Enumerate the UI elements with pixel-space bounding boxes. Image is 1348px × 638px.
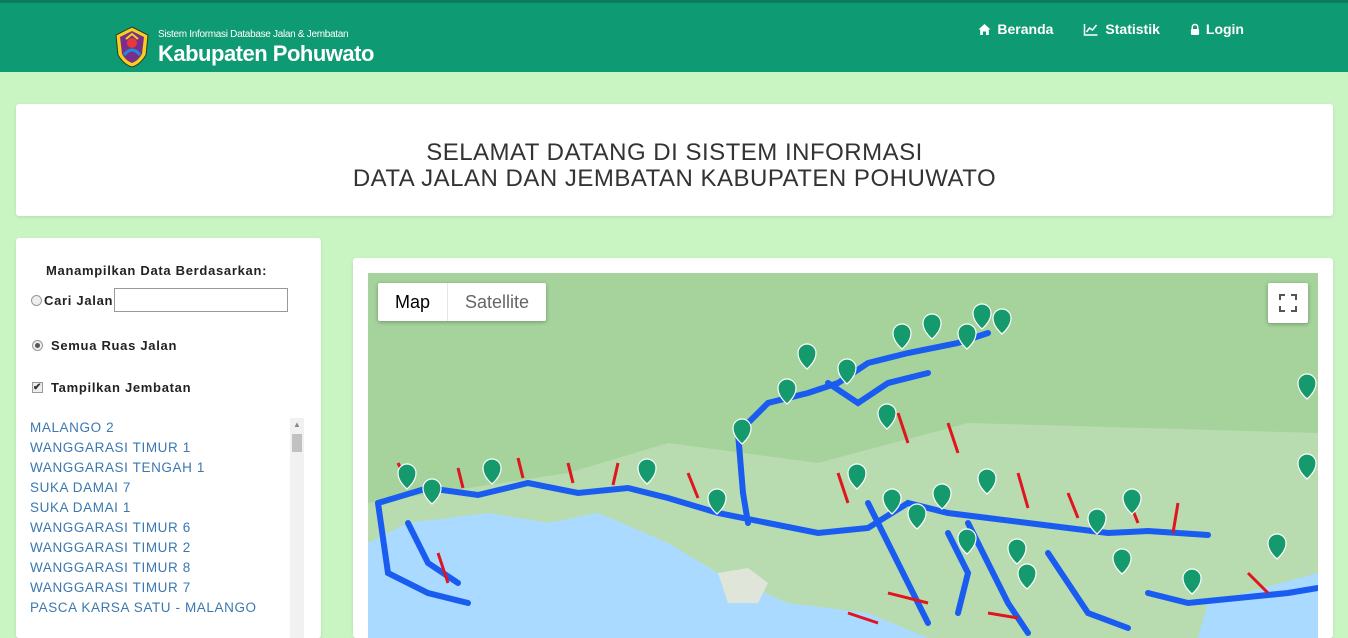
search-road-radio[interactable] — [31, 294, 42, 306]
road-list[interactable]: MALANGO 2 WANGGARASI TIMUR 1 WANGGARASI … — [30, 418, 304, 638]
list-item[interactable]: SUKA DAMAI 7 — [30, 478, 304, 498]
fullscreen-icon — [1279, 294, 1297, 312]
search-road-row: Cari Jalan — [31, 288, 289, 312]
filter-heading: Manampilkan Data Berdasarkan: — [46, 263, 268, 278]
scroll-up-arrow-icon[interactable]: ▲ — [290, 418, 304, 432]
nav-login[interactable]: Login — [1190, 21, 1244, 37]
show-bridges-checkbox[interactable]: ✔ — [32, 382, 43, 393]
list-item[interactable]: SUKA DAMAI 1 — [30, 498, 304, 518]
road-map[interactable]: Map Satellite — [368, 273, 1318, 638]
map-type-control: Map Satellite — [378, 283, 547, 321]
filter-sidebar: Manampilkan Data Berdasarkan: Cari Jalan… — [16, 238, 321, 638]
top-navbar: Sistem Informasi Database Jalan & Jembat… — [0, 0, 1348, 72]
fullscreen-button[interactable] — [1268, 283, 1308, 323]
all-roads-row: Semua Ruas Jalan — [32, 338, 177, 353]
show-bridges-label: Tampilkan Jembatan — [51, 380, 192, 395]
nav-beranda[interactable]: Beranda — [978, 21, 1053, 37]
list-item[interactable]: WANGGARASI TENGAH 1 — [30, 458, 304, 478]
all-roads-label: Semua Ruas Jalan — [51, 338, 178, 353]
nav-beranda-label: Beranda — [997, 21, 1054, 37]
nav-statistik-label: Statistik — [1105, 21, 1160, 37]
welcome-line-2: DATA JALAN DAN JEMBATAN KABUPATEN POHUWA… — [352, 165, 997, 192]
all-roads-radio[interactable] — [32, 340, 43, 351]
list-item[interactable]: WANGGARASI TIMUR 1 — [30, 438, 304, 458]
scroll-thumb[interactable] — [292, 434, 302, 452]
map-type-map-button[interactable]: Map — [378, 283, 447, 321]
pohuwato-logo-icon — [115, 26, 149, 68]
list-item[interactable]: PASCA KARSA SATU - MALANGO — [30, 598, 304, 618]
list-item[interactable]: WANGGARASI TIMUR 7 — [30, 578, 304, 598]
map-panel: Map Satellite — [353, 258, 1333, 638]
welcome-panel: SELAMAT DATANG DI SISTEM INFORMASI DATA … — [16, 104, 1333, 216]
search-road-label: Cari Jalan — [44, 292, 114, 308]
brand-subtitle: Sistem Informasi Database Jalan & Jembat… — [158, 28, 349, 40]
nav-login-label: Login — [1205, 21, 1244, 37]
show-bridges-row: ✔ Tampilkan Jembatan — [32, 380, 191, 395]
list-item[interactable]: WANGGARASI TIMUR 8 — [30, 558, 304, 578]
lock-icon — [1190, 23, 1199, 35]
nav-statistik[interactable]: Statistik — [1083, 21, 1160, 37]
line-chart-icon — [1084, 23, 1098, 36]
brand[interactable]: Sistem Informasi Database Jalan & Jembat… — [112, 25, 374, 69]
list-item[interactable]: WANGGARASI TIMUR 6 — [30, 518, 304, 538]
road-list-scrollbar[interactable]: ▲ — [290, 418, 304, 638]
list-item[interactable]: MALANGO 2 — [30, 418, 304, 438]
brand-title: Kabupaten Pohuwato — [158, 40, 374, 66]
home-icon — [978, 23, 991, 35]
list-item[interactable]: WANGGARASI TIMUR 2 — [30, 538, 304, 558]
main-nav: Beranda Statistik Login — [978, 21, 1244, 37]
welcome-line-1: SELAMAT DATANG DI SISTEM INFORMASI — [426, 139, 923, 166]
map-canvas — [368, 273, 1318, 638]
search-road-input[interactable] — [114, 288, 289, 312]
map-type-satellite-button[interactable]: Satellite — [447, 283, 546, 321]
